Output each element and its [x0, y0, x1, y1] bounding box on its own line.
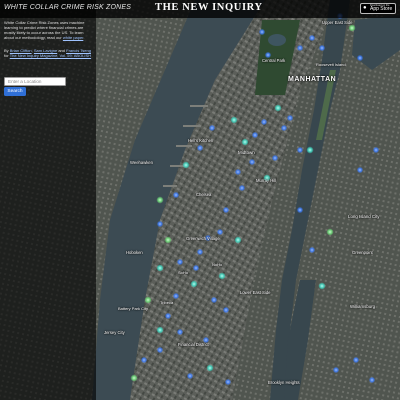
- place-label: Hoboken: [126, 250, 143, 255]
- risk-marker-mid[interactable]: [218, 272, 226, 280]
- place-label: Central Park: [262, 58, 286, 63]
- place-label: Long Island City: [348, 214, 380, 219]
- risk-marker-high[interactable]: [352, 356, 360, 364]
- risk-marker-mid[interactable]: [234, 236, 242, 244]
- credits: By Brian Clifton, Sam Lavigne and Franci…: [4, 48, 92, 58]
- place-label: Roosevelt Island: [316, 62, 346, 67]
- description: White Collar Crime Risk Zones uses machi…: [4, 20, 85, 40]
- place-label: NoHo: [212, 262, 223, 267]
- risk-marker-low[interactable]: [164, 236, 172, 244]
- place-label: Upper East Side: [322, 20, 353, 25]
- risk-marker-high[interactable]: [296, 206, 304, 214]
- place-label: Financial District: [178, 342, 209, 347]
- risk-marker-high[interactable]: [172, 191, 180, 199]
- risk-marker-mid[interactable]: [230, 116, 238, 124]
- risk-marker-mid[interactable]: [206, 364, 214, 372]
- location-input[interactable]: [4, 77, 66, 86]
- risk-marker-high[interactable]: [356, 166, 364, 174]
- risk-marker-high[interactable]: [156, 346, 164, 354]
- risk-marker-high[interactable]: [238, 184, 246, 192]
- risk-marker-mid[interactable]: [182, 161, 190, 169]
- risk-marker-mid[interactable]: [306, 146, 314, 154]
- place-label: Chelsea: [196, 192, 212, 197]
- place-label: Greenpoint: [352, 250, 373, 255]
- apple-icon: ●: [363, 5, 367, 11]
- place-label: Jersey City: [104, 330, 125, 335]
- risk-marker-high[interactable]: [186, 372, 194, 380]
- risk-marker-high[interactable]: [356, 54, 364, 62]
- risk-marker-high[interactable]: [216, 228, 224, 236]
- place-label: Hell's Kitchen: [188, 138, 214, 143]
- place-label: Williamsburg: [350, 304, 376, 309]
- risk-marker-high[interactable]: [308, 246, 316, 254]
- risk-marker-high[interactable]: [172, 292, 180, 300]
- risk-marker-high[interactable]: [176, 258, 184, 266]
- appstore-big-text: App Store: [370, 6, 393, 13]
- place-label: Brooklyn Heights: [268, 380, 300, 385]
- risk-marker-high[interactable]: [164, 312, 172, 320]
- risk-marker-high[interactable]: [318, 44, 326, 52]
- risk-marker-low[interactable]: [144, 296, 152, 304]
- top-bar: WHITE COLLAR CRIME RISK ZONES THE NEW IN…: [0, 0, 400, 18]
- risk-marker-low[interactable]: [130, 374, 138, 382]
- place-label: MANHATTAN: [288, 76, 337, 83]
- search-button[interactable]: Search: [4, 87, 26, 96]
- credits-for: for: [4, 53, 9, 58]
- risk-marker-mid[interactable]: [274, 104, 282, 112]
- risk-marker-mid[interactable]: [156, 264, 164, 272]
- risk-marker-high[interactable]: [224, 378, 232, 386]
- place-label: Lower East Side: [240, 290, 271, 295]
- risk-marker-mid[interactable]: [318, 282, 326, 290]
- info-panel: [0, 0, 96, 400]
- risk-marker-high[interactable]: [368, 376, 376, 384]
- risk-marker-low[interactable]: [326, 228, 334, 236]
- publication-link[interactable]: The New Inquiry Magazine, Vol. 59: ABOLI…: [10, 53, 91, 58]
- risk-marker-high[interactable]: [260, 118, 268, 126]
- risk-marker-low[interactable]: [348, 24, 356, 32]
- risk-marker-high[interactable]: [251, 131, 259, 139]
- place-label: Battery Park City: [118, 306, 149, 311]
- risk-marker-high[interactable]: [296, 146, 304, 154]
- risk-marker-high[interactable]: [222, 306, 230, 314]
- risk-marker-high[interactable]: [248, 158, 256, 166]
- risk-marker-high[interactable]: [208, 124, 216, 132]
- risk-marker-high[interactable]: [222, 206, 230, 214]
- risk-marker-high[interactable]: [176, 328, 184, 336]
- place-label: Weehawken: [130, 160, 153, 165]
- place-label: Murray Hill: [256, 178, 277, 183]
- risk-marker-high[interactable]: [332, 366, 340, 374]
- risk-marker-low[interactable]: [156, 196, 164, 204]
- risk-marker-high[interactable]: [192, 264, 200, 272]
- risk-marker-mid[interactable]: [190, 280, 198, 288]
- app-title: WHITE COLLAR CRIME RISK ZONES: [4, 4, 132, 11]
- risk-marker-high[interactable]: [156, 220, 164, 228]
- risk-marker-high[interactable]: [372, 146, 380, 154]
- risk-marker-high[interactable]: [196, 144, 204, 152]
- risk-marker-mid[interactable]: [156, 326, 164, 334]
- reservoir: [268, 34, 286, 46]
- risk-marker-high[interactable]: [234, 168, 242, 176]
- risk-marker-high[interactable]: [258, 28, 266, 36]
- white-paper-link[interactable]: white paper: [63, 35, 83, 40]
- risk-marker-high[interactable]: [286, 114, 294, 122]
- risk-marker-high[interactable]: [308, 34, 316, 42]
- place-label: Greenwich Village: [186, 236, 220, 241]
- place-label: Midtown: [238, 150, 255, 155]
- risk-marker-mid[interactable]: [241, 138, 249, 146]
- app-store-badge[interactable]: ● Download on the App Store: [360, 3, 396, 14]
- place-label: Tribeca: [160, 300, 174, 305]
- risk-marker-high[interactable]: [196, 248, 204, 256]
- risk-marker-high[interactable]: [296, 44, 304, 52]
- risk-marker-high[interactable]: [140, 356, 148, 364]
- risk-marker-high[interactable]: [210, 296, 218, 304]
- place-label: SoHo: [178, 270, 189, 275]
- risk-marker-high[interactable]: [280, 124, 288, 132]
- brand-logo[interactable]: THE NEW INQUIRY: [155, 2, 263, 13]
- risk-marker-high[interactable]: [271, 154, 279, 162]
